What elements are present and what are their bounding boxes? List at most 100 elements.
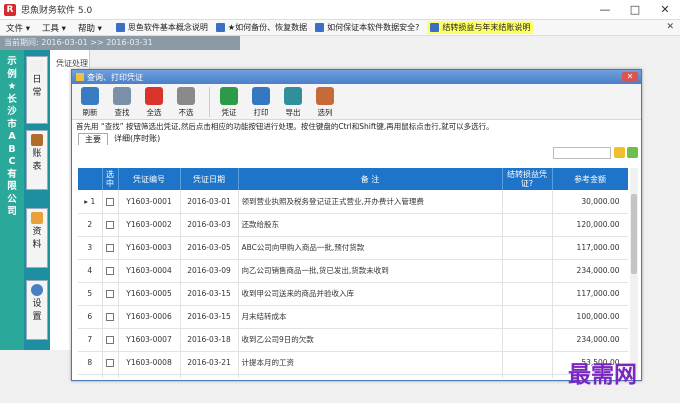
select-none-button[interactable]: 不选: [172, 87, 200, 118]
close-button[interactable]: ✕: [650, 0, 680, 20]
menu-file[interactable]: 文件 ▾: [0, 22, 36, 34]
printer-icon: [252, 87, 270, 105]
voucher-amount: 234,000.00: [552, 259, 628, 283]
filter-apply-icon[interactable]: [627, 147, 638, 158]
row-checkbox[interactable]: [106, 290, 114, 298]
row-checkbox[interactable]: [106, 267, 114, 275]
quick-link-concepts[interactable]: 思鱼软件基本概念说明: [115, 22, 208, 33]
nav-tab-settings[interactable]: 设置: [26, 280, 48, 340]
toolbar-separator: [209, 87, 210, 117]
quick-link-label: 如何保证本软件数据安全?: [327, 23, 420, 32]
row-checkbox[interactable]: [106, 359, 114, 367]
table-row[interactable]: 8 Y1603-0008 2016-03-21 计提本月的工资 53,500.00: [78, 351, 628, 375]
nav-tab-daily[interactable]: 日常: [26, 56, 48, 124]
search-icon[interactable]: [614, 147, 625, 158]
table-row[interactable]: 9 Y1603-00092016-03-21支付员工工资并计提个税: [78, 374, 628, 378]
row-index: 6: [78, 305, 103, 329]
uncheck-icon: [177, 87, 195, 105]
voucher-note: 支付员工工资并计提个税: [238, 374, 503, 378]
quick-link-label: ★如何备份、恢复数据: [227, 23, 308, 32]
row-index: 7: [78, 328, 103, 352]
company-name-char: 限: [7, 181, 17, 192]
quick-link-closing[interactable]: 结转损益与年末结账说明: [427, 21, 534, 34]
select-all-label: 全选: [146, 108, 162, 117]
dialog-close-button[interactable]: ✕: [622, 72, 638, 82]
export-button[interactable]: 导出: [279, 87, 307, 118]
tab-detail-journal[interactable]: 详细(序时账): [108, 133, 166, 145]
refresh-label: 刷新: [82, 108, 98, 117]
row-checkbox[interactable]: [106, 313, 114, 321]
table-row[interactable]: 2 Y1603-0002 2016-03-03 还款给股东 120,000.00: [78, 213, 628, 237]
document-icon: [430, 23, 440, 32]
quick-link-label: 结转损益与年末结账说明: [442, 23, 531, 32]
row-checkbox[interactable]: [106, 221, 114, 229]
nav-tab-label: 账表: [32, 149, 42, 172]
row-index: 5: [78, 282, 103, 306]
table-row[interactable]: 6 Y1603-0006 2016-03-15 月末结转成本 100,000.00: [78, 305, 628, 329]
filter-input[interactable]: [553, 147, 611, 159]
table-row[interactable]: 4 Y1603-0004 2016-03-09 向乙公司销售商品一批,货已发出,货款未…: [78, 259, 628, 283]
row-checkbox[interactable]: [106, 336, 114, 344]
company-name-char: ★: [7, 81, 17, 92]
voucher-button[interactable]: 凭证: [215, 87, 243, 118]
row-index: ▸ 1: [78, 190, 103, 214]
voucher-date: 2016-03-18: [180, 328, 239, 352]
column-header: [78, 168, 103, 190]
closing-flag: [502, 236, 553, 260]
export-label: 导出: [285, 108, 301, 117]
row-checkbox[interactable]: [106, 244, 114, 252]
voucher-date: 2016-03-09: [180, 259, 239, 283]
refresh-button[interactable]: 刷新: [76, 87, 104, 118]
company-name: 示例 ★ 长沙市 A B C 有限公司: [0, 50, 24, 219]
row-checkbox[interactable]: [106, 197, 114, 206]
company-name-char: A: [8, 131, 16, 142]
row-index: 8: [78, 351, 103, 375]
row-index: 2: [78, 213, 103, 237]
row-marker: ▸: [84, 196, 89, 206]
quick-link-backup[interactable]: ★如何备份、恢复数据: [215, 22, 308, 33]
minimize-button[interactable]: —: [590, 0, 620, 20]
voucher-note: ABC公司向甲购入商品一批,预付货款: [238, 236, 503, 260]
tab-main[interactable]: 主要: [78, 133, 108, 145]
table-row[interactable]: 3 Y1603-0003 2016-03-05 ABC公司向甲购入商品一批,预付货款 1…: [78, 236, 628, 260]
select-all-button[interactable]: 全选: [140, 87, 168, 118]
period-bar: 当前期间: 2016-03-01 >> 2016-03-31: [0, 36, 240, 50]
voucher-note: 计提本月的工资: [238, 351, 503, 375]
scrollbar-thumb[interactable]: [631, 194, 637, 274]
menu-help[interactable]: 帮助 ▾: [72, 22, 108, 34]
column-header-voucher-no[interactable]: 凭证编号: [118, 168, 181, 190]
nav-tab-label: 日常: [32, 75, 42, 98]
row-index: 9: [78, 374, 103, 378]
company-name-char: 市: [7, 118, 17, 130]
row-number: 4: [87, 266, 93, 275]
title-bar: R 思魚财务软件 5.0 — □ ✕: [0, 0, 680, 20]
closing-flag: [502, 374, 553, 378]
voucher-date: 2016-03-03: [180, 213, 239, 237]
voucher-amount: 100,000.00: [552, 305, 628, 329]
column-header-closing[interactable]: 结转损益凭证?: [502, 168, 553, 190]
find-button[interactable]: 查找: [108, 87, 136, 118]
table-row[interactable]: 5 Y1603-0005 2016-03-15 收到甲公司送来的商品并验收入库 117,…: [78, 282, 628, 306]
choose-columns-button[interactable]: 选列: [311, 87, 339, 118]
menu-close-icon[interactable]: ✕: [666, 22, 674, 32]
nav-tab-reports[interactable]: 账表: [26, 130, 48, 190]
column-header-selected[interactable]: 选中: [102, 168, 119, 190]
maximize-button[interactable]: □: [620, 0, 650, 20]
vertical-scrollbar[interactable]: [630, 168, 638, 378]
voucher-no: Y1603-0007: [118, 328, 181, 352]
column-header-amount[interactable]: 参考金额: [552, 168, 628, 190]
view-tabs: 主要 详细(序时账): [72, 133, 641, 145]
menu-tools[interactable]: 工具 ▾: [36, 22, 72, 34]
table-row[interactable]: ▸ 1 Y1603-0001 2016-03-01 领到营业执照及税务登记证正式营业,…: [78, 190, 628, 214]
voucher-no: Y1603-0001: [118, 190, 181, 214]
voucher-no: Y1603-0002: [118, 213, 181, 237]
table-row[interactable]: 7 Y1603-0007 2016-03-18 收到乙公司9日的欠款 234,000.0…: [78, 328, 628, 352]
column-header-voucher-date[interactable]: 凭证日期: [180, 168, 239, 190]
closing-flag: [502, 213, 553, 237]
quick-link-security[interactable]: 如何保证本软件数据安全?: [315, 22, 419, 33]
column-header-note[interactable]: 备 注: [238, 168, 503, 190]
folder-icon: [31, 212, 43, 224]
nav-tab-data[interactable]: 资料: [26, 208, 48, 268]
print-button[interactable]: 打印: [247, 87, 275, 118]
nav-tab-label: 资料: [32, 227, 42, 250]
